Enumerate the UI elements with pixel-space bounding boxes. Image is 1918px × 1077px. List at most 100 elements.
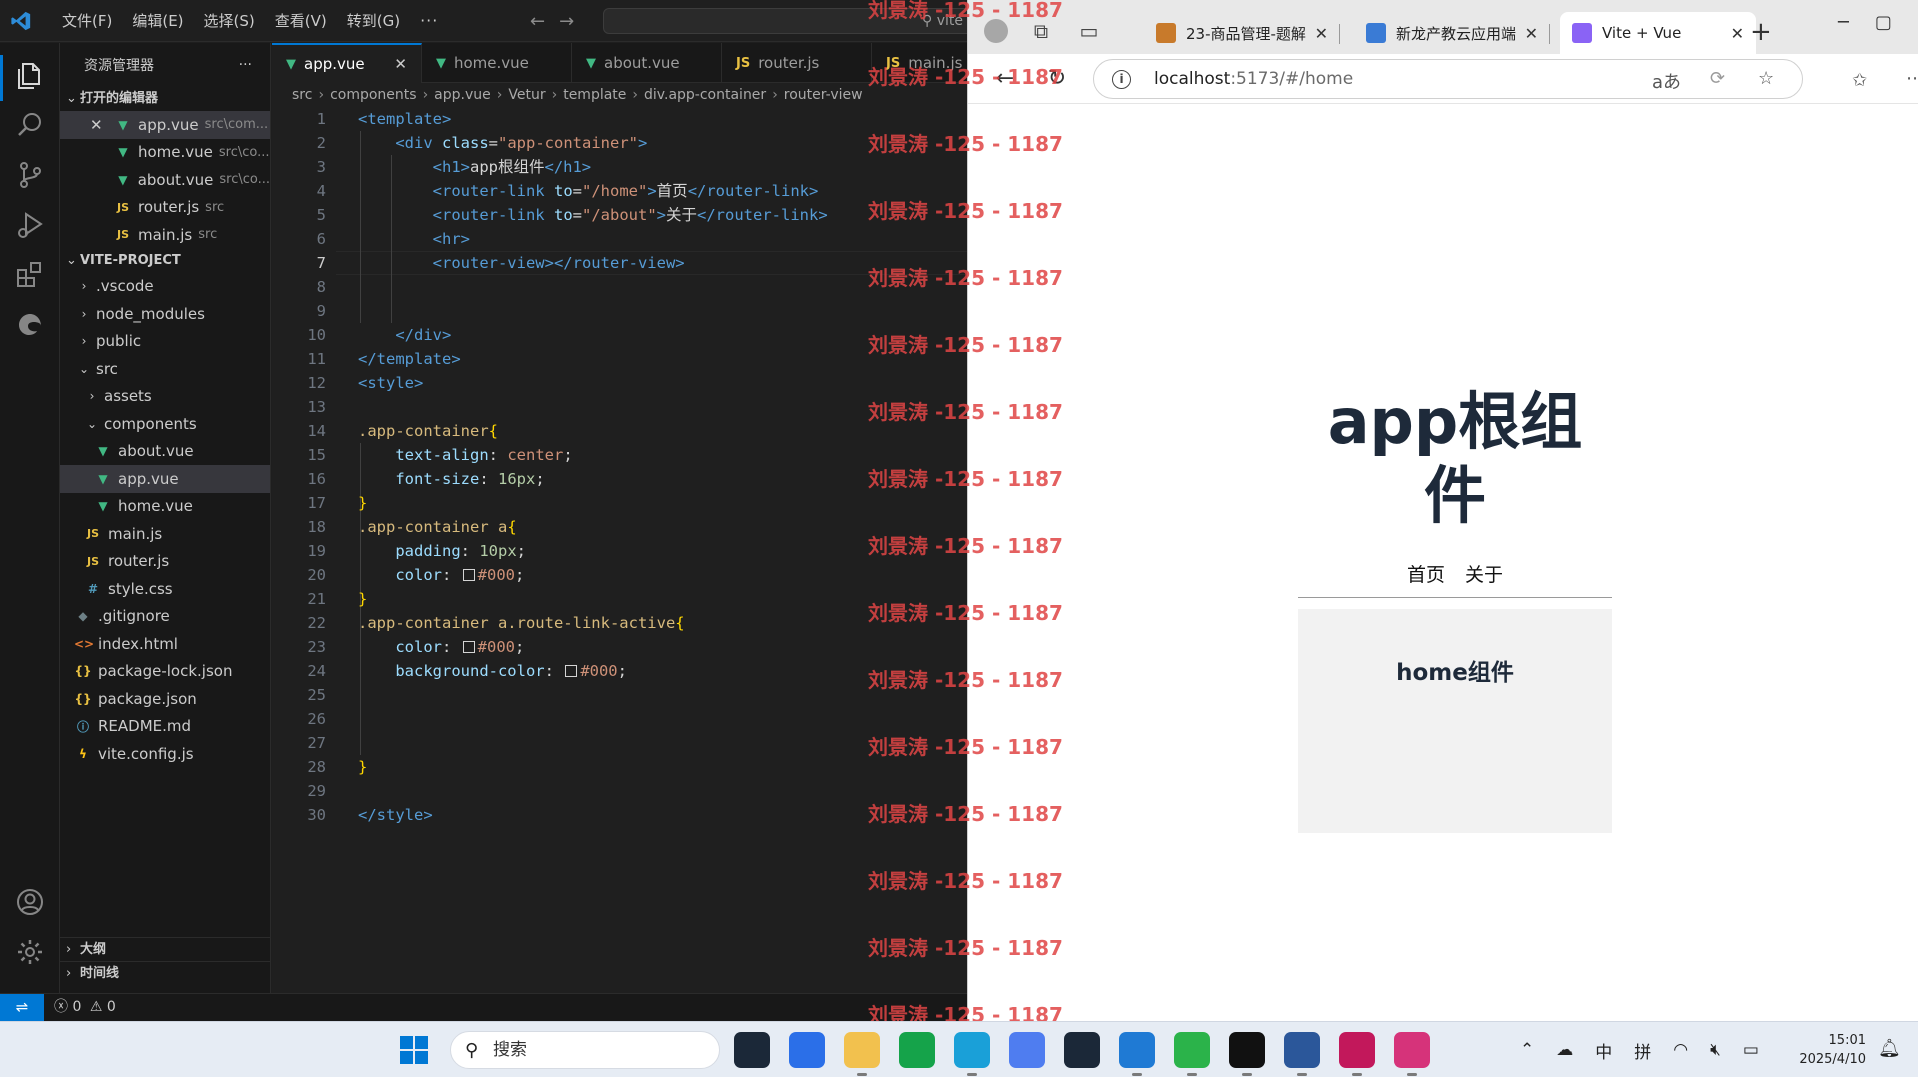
breadcrumb-item[interactable]: Vetur	[508, 87, 545, 103]
breadcrumb-item[interactable]: div.app-container	[644, 87, 766, 103]
address-bar[interactable]: i localhost:5173/#/home aあ ⟳ ☆	[1093, 59, 1803, 99]
wifi-icon[interactable]: ◠	[1673, 1040, 1688, 1060]
search-icon[interactable]	[14, 109, 46, 141]
menu-item[interactable]: 转到(G)	[337, 0, 410, 42]
tree-folder[interactable]: › .vscode	[60, 273, 270, 301]
translate-icon[interactable]: aあ	[1652, 68, 1681, 94]
tree-file[interactable]: ▼ app.vue	[60, 465, 270, 493]
start-button-icon[interactable]	[400, 1036, 428, 1064]
tree-file[interactable]: ϟ vite.config.js	[60, 740, 270, 768]
tree-file[interactable]: ⓘ README.md	[60, 713, 270, 741]
vscode-icon[interactable]	[1119, 1032, 1155, 1076]
tab-actions-icon[interactable]: ▭	[1076, 18, 1102, 44]
breadcrumb-item[interactable]: src	[292, 87, 312, 103]
breadcrumb-item[interactable]: router-view	[784, 87, 863, 103]
timeline-header[interactable]: › 时间线	[60, 961, 270, 985]
chevron-up-icon[interactable]: ⌃	[1520, 1040, 1534, 1060]
tree-file[interactable]: JS main.js	[60, 520, 270, 548]
notes-icon[interactable]	[1009, 1032, 1045, 1068]
tree-folder[interactable]: › assets	[60, 383, 270, 411]
forward-arrow-icon[interactable]: →	[559, 11, 574, 32]
tree-file[interactable]: # style.css	[60, 575, 270, 603]
menu-item[interactable]: 选择(S)	[194, 0, 265, 42]
color-swatch[interactable]	[462, 641, 475, 653]
site-info-icon[interactable]: i	[1112, 70, 1131, 89]
project-header[interactable]: ⌄ VITE-PROJECT	[60, 249, 270, 273]
store-icon[interactable]	[899, 1032, 935, 1068]
tree-folder[interactable]: › node_modules	[60, 300, 270, 328]
tree-file[interactable]: <> index.html	[60, 630, 270, 658]
source-control-icon[interactable]	[14, 159, 46, 191]
tree-file[interactable]: JS router.js	[60, 548, 270, 576]
tree-file[interactable]: ◆ .gitignore	[60, 603, 270, 631]
ime-pinyin[interactable]: 拼	[1634, 1038, 1651, 1063]
snipping-icon[interactable]	[1394, 1032, 1430, 1076]
wechat-icon[interactable]	[1174, 1032, 1210, 1076]
open-editor-item[interactable]: ▼ home.vue src\co...	[60, 139, 270, 167]
run-debug-icon[interactable]	[14, 209, 46, 241]
open-editor-item[interactable]: JS main.js src	[60, 221, 270, 249]
back-arrow-icon[interactable]: ←	[530, 11, 545, 32]
account-icon[interactable]	[14, 886, 46, 918]
qq-icon[interactable]	[1229, 1032, 1265, 1076]
onedrive-cloud-icon[interactable]: ☁	[1556, 1040, 1573, 1060]
edge-icon[interactable]	[954, 1032, 990, 1076]
menu-item[interactable]: ···	[410, 0, 448, 42]
minimize-icon[interactable]: ─	[1838, 12, 1875, 33]
close-icon[interactable]: ✕	[1525, 24, 1538, 43]
menu-item[interactable]: 文件(F)	[52, 0, 122, 42]
tree-folder[interactable]: ⌄ src	[60, 355, 270, 383]
open-editor-item[interactable]: ✕ ▼ app.vue src\com...	[60, 111, 270, 139]
intellij-icon[interactable]	[1339, 1032, 1375, 1076]
favorites-icon[interactable]: ✩	[1852, 70, 1867, 91]
new-tab-button[interactable]: +	[1750, 17, 1772, 47]
open-editor-item[interactable]: ▼ about.vue src\co...	[60, 166, 270, 194]
open-editor-item[interactable]: JS router.js src	[60, 194, 270, 222]
maximize-icon[interactable]: ▢	[1875, 12, 1918, 33]
editor-tab[interactable]: ▼ about.vue	[572, 43, 722, 83]
menu-item[interactable]: 查看(V)	[265, 0, 337, 42]
tree-file[interactable]: {} package.json	[60, 685, 270, 713]
router-link-home[interactable]: 首页	[1397, 564, 1455, 586]
tree-folder[interactable]: ⌄ components	[60, 410, 270, 438]
browser-more-icon[interactable]: ⋯	[1906, 68, 1918, 89]
steam-icon[interactable]	[734, 1032, 770, 1068]
close-icon[interactable]: ✕	[90, 116, 103, 134]
feishu-icon[interactable]	[789, 1032, 825, 1068]
color-swatch[interactable]	[565, 665, 578, 677]
breadcrumb-item[interactable]: template	[563, 87, 626, 103]
taskbar-search[interactable]: ⚲ 搜索	[450, 1031, 720, 1069]
file-explorer-icon[interactable]	[844, 1032, 880, 1076]
steam-icon-2[interactable]	[1064, 1032, 1100, 1068]
notification-bell-icon[interactable]: 🔔︎	[1878, 1038, 1901, 1059]
extensions-icon[interactable]	[14, 258, 46, 290]
close-icon[interactable]: ✕	[1315, 24, 1328, 43]
editor-tab[interactable]: ▼ app.vue ✕	[272, 43, 422, 83]
favorite-star-icon[interactable]: ☆	[1758, 68, 1774, 89]
volume-muted-icon[interactable]: 🔇︎	[1710, 1040, 1721, 1060]
explorer-icon[interactable]	[14, 60, 46, 92]
tree-file[interactable]: ▼ home.vue	[60, 493, 270, 521]
open-editors-header[interactable]: ⌄ 打开的编辑器	[60, 87, 270, 111]
word-icon[interactable]	[1284, 1032, 1320, 1076]
clock[interactable]: 15:01 2025/4/10	[1796, 1031, 1866, 1069]
edge-devtools-icon[interactable]	[14, 308, 46, 340]
ime-mode[interactable]: 中	[1595, 1038, 1612, 1063]
color-swatch[interactable]	[462, 569, 475, 581]
outline-header[interactable]: › 大纲	[60, 937, 270, 961]
router-link-about[interactable]: 关于	[1455, 564, 1513, 586]
problems-indicator[interactable]: ⓧ 0 ⚠ 0	[54, 994, 116, 1021]
menu-item[interactable]: 编辑(E)	[122, 0, 193, 42]
settings-gear-icon[interactable]	[14, 936, 46, 968]
editor-tab[interactable]: ▼ home.vue	[422, 43, 572, 83]
editor-tab[interactable]: JS router.js	[722, 43, 872, 83]
code-editor[interactable]: 1 <template> 2 <div class="app-container">…	[272, 107, 967, 867]
close-icon[interactable]: ✕	[376, 55, 407, 73]
tree-file[interactable]: ▼ about.vue	[60, 438, 270, 466]
more-actions-icon[interactable]: ···	[239, 57, 252, 73]
battery-icon[interactable]: ▭	[1743, 1040, 1759, 1060]
remote-indicator-icon[interactable]: ⇌	[0, 994, 44, 1021]
breadcrumb-item[interactable]: components	[330, 87, 417, 103]
close-icon[interactable]: ✕	[1731, 24, 1744, 43]
browser-tab[interactable]: 23-商品管理-题解 ✕	[1144, 12, 1340, 54]
